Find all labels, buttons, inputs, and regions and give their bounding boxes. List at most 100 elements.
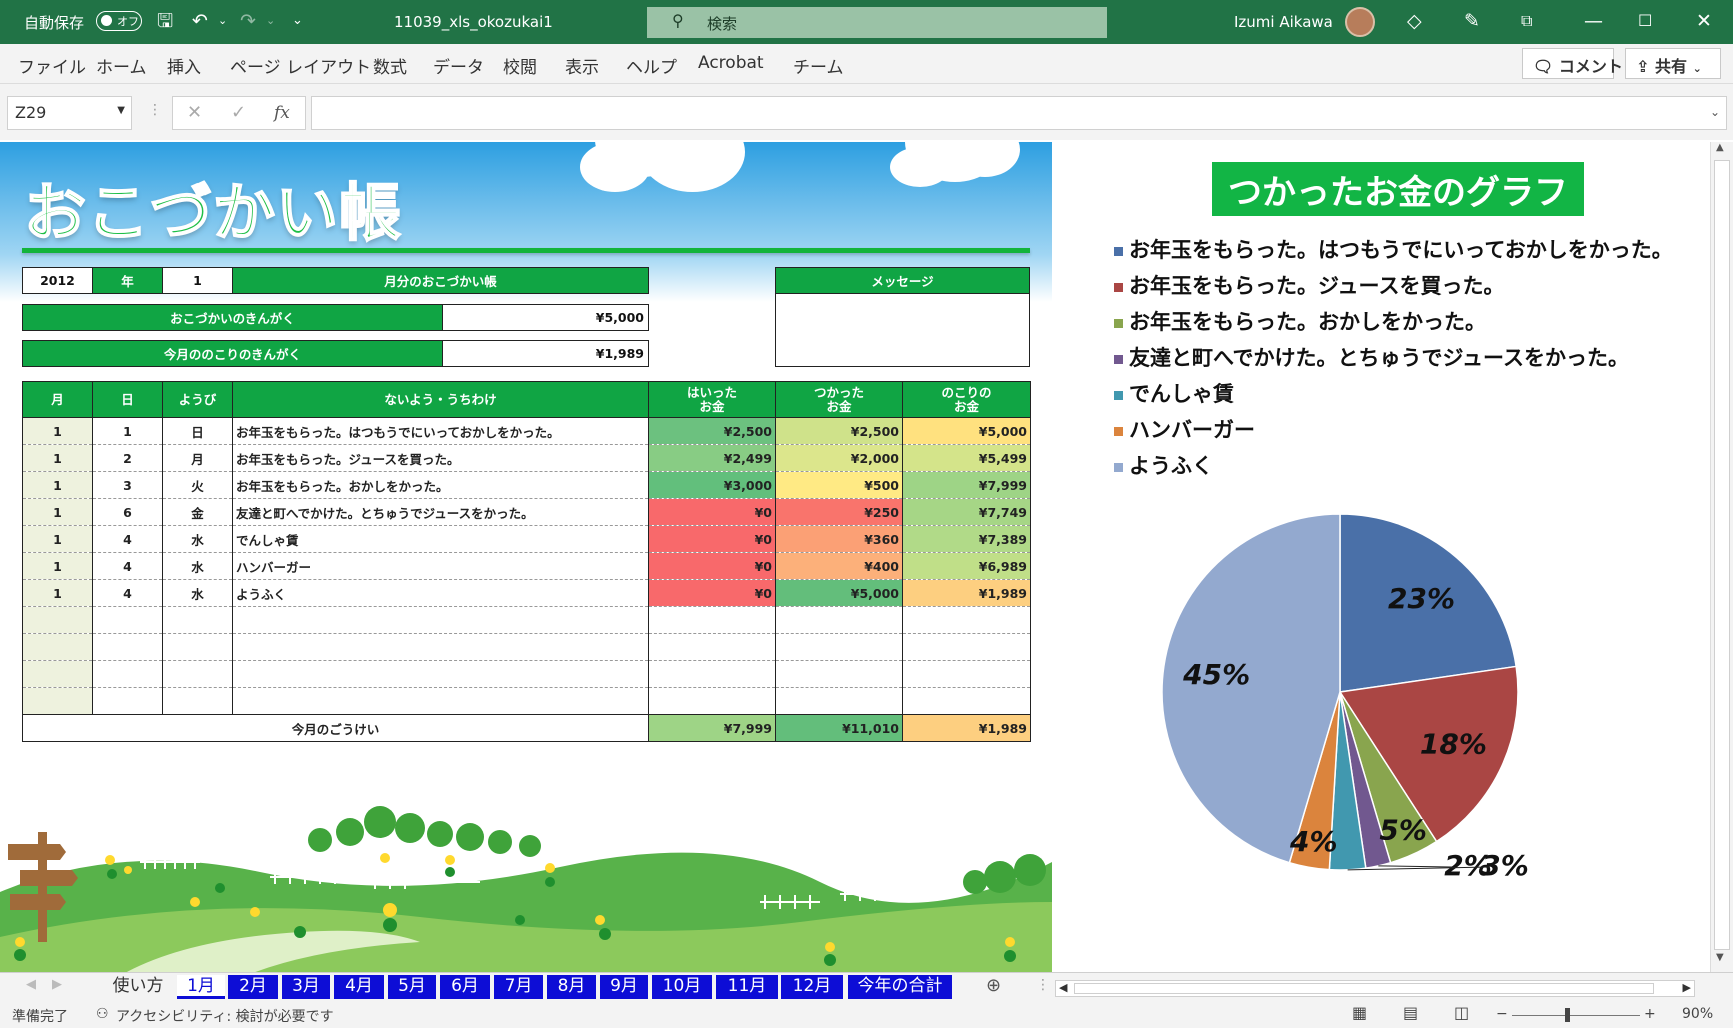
empty-cell[interactable] bbox=[648, 606, 776, 634]
sheet-tab[interactable]: 11月 bbox=[716, 975, 778, 999]
sheet-tab[interactable]: 2月 bbox=[228, 975, 278, 999]
total-income[interactable]: ¥7,999 bbox=[648, 714, 776, 742]
month-cell[interactable]: 1 bbox=[22, 417, 93, 445]
comment-button[interactable]: 🗨 コメント bbox=[1522, 48, 1623, 79]
scroll-right-icon[interactable]: ▶ bbox=[1683, 981, 1691, 994]
remaining-cell[interactable]: ¥7,999 bbox=[902, 471, 1031, 499]
zoom-out-icon[interactable]: − bbox=[1496, 1006, 1508, 1022]
description-cell[interactable]: でんしゃ賃 bbox=[232, 525, 649, 553]
undo-dropdown-icon[interactable]: ⌄ bbox=[218, 8, 227, 34]
remaining-cell[interactable]: ¥1,989 bbox=[902, 579, 1031, 607]
zoom-slider[interactable] bbox=[1512, 1015, 1640, 1016]
name-box[interactable]: Z29 ▼ bbox=[7, 96, 132, 130]
remaining-cell[interactable]: ¥5,000 bbox=[902, 417, 1031, 445]
empty-cell[interactable] bbox=[648, 660, 776, 688]
empty-cell[interactable] bbox=[232, 633, 649, 661]
spent-cell[interactable]: ¥250 bbox=[775, 498, 903, 526]
redo-dropdown-icon[interactable]: ⌄ bbox=[266, 8, 275, 34]
description-cell[interactable]: ハンバーガー bbox=[232, 552, 649, 580]
remaining-cell[interactable]: ¥5,499 bbox=[902, 444, 1031, 472]
share-button[interactable]: ⇪ 共有 ⌄ bbox=[1625, 48, 1721, 79]
day-cell[interactable]: 6 bbox=[92, 498, 163, 526]
empty-cell[interactable] bbox=[162, 687, 233, 715]
empty-cell[interactable] bbox=[232, 687, 649, 715]
page-layout-view-icon[interactable]: ▤ bbox=[1403, 1003, 1418, 1022]
insert-function-button[interactable]: fx bbox=[274, 103, 290, 123]
empty-cell[interactable] bbox=[92, 633, 163, 661]
empty-cell[interactable] bbox=[648, 687, 776, 715]
undo-icon[interactable]: ↶ bbox=[192, 8, 208, 34]
zoom-in-icon[interactable]: + bbox=[1644, 1006, 1656, 1022]
empty-cell[interactable] bbox=[902, 606, 1031, 634]
sheet-tab[interactable]: 使い方 bbox=[104, 975, 172, 999]
month-cell[interactable]: 1 bbox=[22, 498, 93, 526]
empty-cell[interactable] bbox=[775, 633, 903, 661]
weekday-cell[interactable]: 月 bbox=[162, 444, 233, 472]
day-cell[interactable]: 4 bbox=[92, 525, 163, 553]
total-spent[interactable]: ¥11,010 bbox=[775, 714, 903, 742]
empty-cell[interactable] bbox=[775, 687, 903, 715]
weekday-cell[interactable]: 火 bbox=[162, 471, 233, 499]
day-cell[interactable]: 4 bbox=[92, 579, 163, 607]
empty-cell[interactable] bbox=[92, 606, 163, 634]
sheet-tab[interactable]: 6月 bbox=[440, 975, 490, 999]
weekday-cell[interactable]: 水 bbox=[162, 525, 233, 553]
menu-formulas[interactable]: 数式 bbox=[373, 53, 407, 78]
day-cell[interactable]: 1 bbox=[92, 417, 163, 445]
sheet-tab[interactable]: 7月 bbox=[494, 975, 543, 999]
page-break-view-icon[interactable]: ◫ bbox=[1454, 1003, 1469, 1022]
search-box[interactable]: ⚲ 検索 bbox=[647, 7, 1107, 38]
sheet-tab[interactable]: 1月 bbox=[177, 975, 225, 999]
empty-cell[interactable] bbox=[902, 660, 1031, 688]
autosave-toggle[interactable]: オフ bbox=[96, 11, 142, 31]
empty-cell[interactable] bbox=[648, 633, 776, 661]
scroll-left-icon[interactable]: ◀ bbox=[1059, 981, 1067, 994]
income-cell[interactable]: ¥0 bbox=[648, 552, 776, 580]
empty-cell[interactable] bbox=[92, 687, 163, 715]
total-remaining[interactable]: ¥1,989 bbox=[902, 714, 1031, 742]
minimize-icon[interactable]: — bbox=[1584, 8, 1603, 34]
year-cell[interactable]: 2012 bbox=[22, 267, 93, 294]
ribbon-display-icon[interactable]: ⧉ bbox=[1521, 8, 1532, 34]
menu-file[interactable]: ファイル bbox=[18, 53, 86, 78]
menu-acrobat[interactable]: Acrobat bbox=[698, 53, 764, 73]
empty-cell[interactable] bbox=[232, 606, 649, 634]
income-cell[interactable]: ¥2,499 bbox=[648, 444, 776, 472]
empty-cell[interactable] bbox=[232, 660, 649, 688]
description-cell[interactable]: お年玉をもらった。はつもうでにいっておかしをかった。 bbox=[232, 417, 649, 445]
diamond-icon[interactable]: ◇ bbox=[1407, 8, 1422, 34]
empty-cell[interactable] bbox=[162, 606, 233, 634]
weekday-cell[interactable]: 水 bbox=[162, 552, 233, 580]
spent-cell[interactable]: ¥2,000 bbox=[775, 444, 903, 472]
month-cell[interactable]: 1 bbox=[22, 471, 93, 499]
empty-cell[interactable] bbox=[22, 660, 93, 688]
formula-input[interactable]: ⌄ bbox=[311, 96, 1727, 130]
menu-insert[interactable]: 挿入 bbox=[167, 53, 201, 78]
spent-cell[interactable]: ¥400 bbox=[775, 552, 903, 580]
vertical-scrollbar[interactable]: ▲ ▼ bbox=[1710, 142, 1733, 976]
sheet-tab[interactable]: 今年の合計 bbox=[848, 975, 952, 999]
empty-cell[interactable] bbox=[22, 633, 93, 661]
spent-cell[interactable]: ¥2,500 bbox=[775, 417, 903, 445]
empty-cell[interactable] bbox=[92, 660, 163, 688]
day-cell[interactable]: 2 bbox=[92, 444, 163, 472]
empty-cell[interactable] bbox=[902, 633, 1031, 661]
sheet-tab[interactable]: 9月 bbox=[600, 975, 648, 999]
empty-cell[interactable] bbox=[22, 687, 93, 715]
remaining-cell[interactable]: ¥7,749 bbox=[902, 498, 1031, 526]
sheet-tab[interactable]: 8月 bbox=[547, 975, 596, 999]
description-cell[interactable]: ようふく bbox=[232, 579, 649, 607]
empty-cell[interactable] bbox=[775, 606, 903, 634]
empty-cell[interactable] bbox=[162, 660, 233, 688]
description-cell[interactable]: お年玉をもらった。ジュースを買った。 bbox=[232, 444, 649, 472]
avatar[interactable] bbox=[1345, 7, 1375, 37]
empty-cell[interactable] bbox=[902, 687, 1031, 715]
description-cell[interactable]: 友達と町へでかけた。とちゅうでジュースをかった。 bbox=[232, 498, 649, 526]
remaining-cell[interactable]: ¥6,989 bbox=[902, 552, 1031, 580]
pen-icon[interactable]: ✎ bbox=[1464, 8, 1480, 34]
spent-cell[interactable]: ¥360 bbox=[775, 525, 903, 553]
month-cell[interactable]: 1 bbox=[22, 579, 93, 607]
sheet-tab[interactable]: 12月 bbox=[781, 975, 843, 999]
worksheet[interactable]: おこづかい帳 2012 年 1 月分のおこづかい帳 おこづかいのきんがく ¥5,… bbox=[0, 142, 1710, 972]
income-cell[interactable]: ¥0 bbox=[648, 498, 776, 526]
